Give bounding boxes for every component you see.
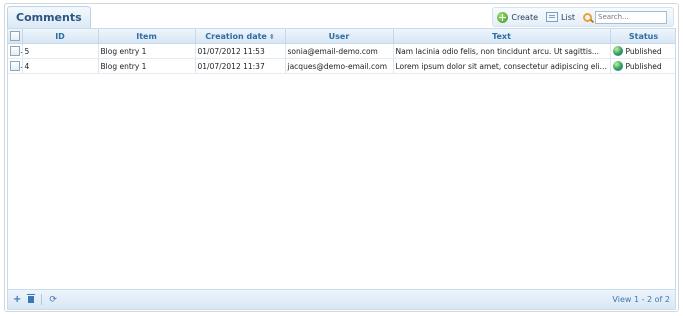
cell-item: Blog entry 1	[98, 58, 196, 74]
comments-grid: ID Item Creation date ⬍ User Text Status …	[7, 28, 676, 290]
list-button[interactable]: List	[546, 12, 575, 22]
cell-status: Published	[610, 43, 675, 59]
create-label: Create	[511, 12, 539, 22]
cell-user: sonia@email-demo.com	[285, 43, 394, 59]
header-row: ID Item Creation date ⬍ User Text Status	[8, 29, 675, 44]
search-box	[583, 10, 667, 24]
plus-circle-icon	[497, 11, 509, 23]
sort-icon: ⬍	[268, 32, 275, 41]
column-header-id[interactable]: ID	[22, 29, 99, 44]
search-input[interactable]	[595, 10, 667, 24]
row-checkbox[interactable]	[10, 46, 20, 56]
globe-icon	[612, 61, 623, 71]
comments-panel: Comments Create List Search... ID Item C…	[4, 3, 679, 312]
globe-icon	[612, 46, 623, 56]
comments-table: ID Item Creation date ⬍ User Text Status …	[8, 29, 675, 74]
toolbar: Create List	[492, 7, 674, 27]
footer-divider	[41, 294, 43, 305]
cell-date: 01/07/2012 11:53	[195, 43, 286, 59]
cell-id: 5	[22, 43, 99, 59]
column-header-text[interactable]: Text	[393, 29, 611, 44]
cell-item: Blog entry 1	[98, 43, 196, 59]
create-button[interactable]: Create	[497, 11, 539, 23]
row-checkbox[interactable]	[10, 61, 20, 71]
status-badge[interactable]: Published	[612, 61, 675, 71]
cell-user: jacques@demo-email.com	[285, 58, 394, 74]
cell-text: Nam lacinia odio felis, non tincidunt ar…	[393, 43, 611, 59]
list-label: List	[561, 12, 575, 22]
panel-header: Comments Create List	[5, 4, 678, 29]
column-header-status[interactable]: Status	[610, 29, 675, 44]
row-select-cell	[8, 58, 23, 74]
add-icon[interactable]: +	[13, 294, 21, 305]
panel-title: Comments	[7, 6, 91, 29]
select-all-checkbox[interactable]	[9, 31, 20, 41]
table-row[interactable]: 4 Blog entry 1 01/07/2012 11:37 jacques@…	[8, 58, 675, 74]
status-badge[interactable]: Published	[612, 46, 675, 56]
row-select-cell	[8, 43, 23, 59]
cell-text: Lorem ipsum dolor sit amet, consectetur …	[393, 58, 611, 74]
creation-date-label: Creation date	[205, 31, 267, 41]
trash-icon[interactable]	[27, 294, 36, 303]
column-header-user[interactable]: User	[285, 29, 394, 44]
list-icon	[546, 12, 559, 22]
table-row[interactable]: 5 Blog entry 1 01/07/2012 11:53 sonia@em…	[8, 43, 675, 59]
cell-status: Published	[610, 58, 675, 74]
column-header-item[interactable]: Item	[98, 29, 196, 44]
cell-id: 4	[22, 58, 99, 74]
cell-date: 01/07/2012 11:37	[195, 58, 286, 74]
status-label: Published	[625, 46, 662, 56]
column-header-creation-date[interactable]: Creation date ⬍	[195, 29, 286, 44]
pagination-info: View 1 - 2 of 2	[612, 295, 670, 304]
magnifier-icon[interactable]	[583, 12, 592, 22]
grid-footer: + ⟳ View 1 - 2 of 2	[7, 289, 676, 310]
status-label: Published	[625, 61, 662, 71]
select-all-header	[8, 29, 23, 44]
refresh-icon[interactable]: ⟳	[49, 295, 57, 305]
